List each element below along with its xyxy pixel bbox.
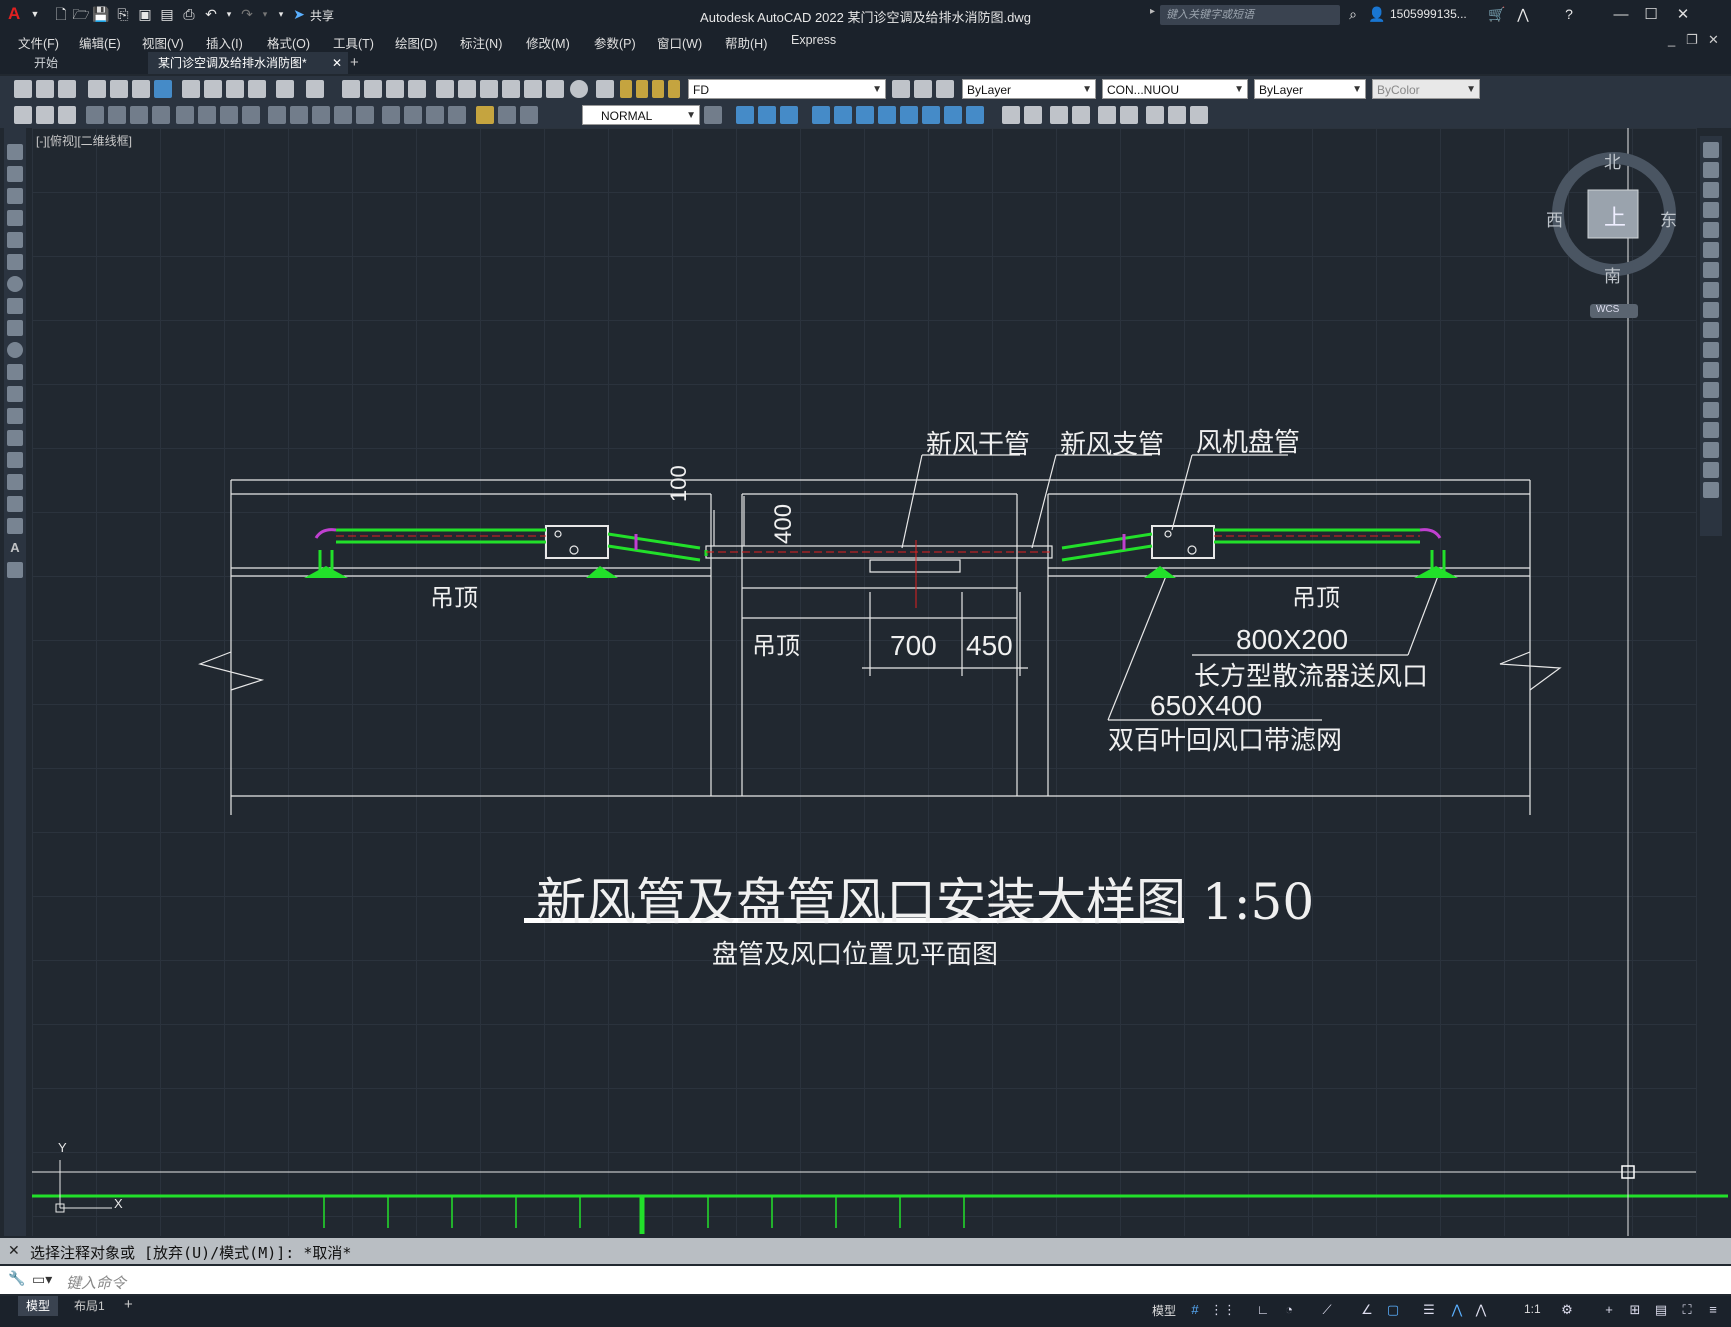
viewcube-top-label[interactable]: 上 <box>1604 200 1626 232</box>
command-line[interactable]: 🔧 ▭▾ 键入命令 <box>0 1266 1731 1294</box>
dimension-450: 450 <box>966 630 1013 661</box>
tab-model[interactable]: 模型 <box>18 1296 59 1316</box>
compass-north[interactable]: 北 <box>1604 148 1621 173</box>
compass-south[interactable]: 南 <box>1604 262 1621 287</box>
lineweight-icon[interactable]: ☰ <box>1420 1301 1438 1319</box>
command-input[interactable]: 键入命令 <box>66 1272 126 1293</box>
dimension-100: 100 <box>666 465 691 502</box>
grille-size: 650X400 <box>1150 690 1263 721</box>
workspace-gear-icon[interactable]: ⚙ <box>1558 1301 1576 1319</box>
drawing-canvas <box>32 128 1728 1236</box>
close-command-line-icon[interactable]: ✕ <box>8 1242 20 1259</box>
drawing-subtitle: 盘管及风口位置见平面图 <box>712 940 999 970</box>
autoscale-icon[interactable]: ⋀ <box>1472 1301 1490 1319</box>
branch-duct-right <box>1061 532 1153 562</box>
ortho-icon[interactable]: ∟ <box>1254 1301 1272 1319</box>
units-icon[interactable]: ⊞ <box>1626 1301 1644 1319</box>
model-space-button[interactable]: 模型 <box>1152 1302 1176 1319</box>
diffuser-name: 长方型散流器送风口 <box>1194 662 1429 692</box>
elbow-left <box>314 528 337 539</box>
compass-east[interactable]: 东 <box>1660 206 1677 231</box>
fan-coil-hole <box>1164 530 1172 538</box>
label-fan-coil: 风机盘管 <box>1196 428 1301 458</box>
fan-coil-hole <box>569 545 579 555</box>
status-bar: 模型 布局1 + 模型 # ⋮⋮ ∟ ◔ ⟋ ∠ ▢ ☰ ⋀ ⋀ 1:1 ⚙ +… <box>0 1296 1731 1327</box>
wcs-label[interactable]: WCS <box>1596 304 1619 315</box>
label-ceiling-left: 吊顶 <box>430 584 478 612</box>
label-ceiling-right: 吊顶 <box>1292 584 1340 612</box>
leader-main-duct <box>901 454 923 549</box>
annotation-visibility-icon[interactable]: ⋀ <box>1448 1301 1466 1319</box>
diffuser-size: 800X200 <box>1236 624 1349 655</box>
customization-icon[interactable]: ≡ <box>1704 1301 1722 1319</box>
fan-coil-hole <box>1187 545 1197 555</box>
tab-layout1[interactable]: 布局1 <box>66 1296 113 1316</box>
fan-coil-hole <box>554 530 562 538</box>
fan-coil-right <box>1151 525 1215 559</box>
dimension-700: 700 <box>890 630 937 661</box>
label-ceiling-center: 吊顶 <box>752 632 800 660</box>
annotation-monitor-icon[interactable]: + <box>1600 1301 1618 1319</box>
clean-screen-icon[interactable]: ⛶ <box>1678 1301 1696 1319</box>
branch-duct-left <box>607 532 701 562</box>
grid-icon[interactable]: # <box>1186 1301 1204 1319</box>
leader-diffuser <box>1407 575 1439 656</box>
dimension-400: 400 <box>770 503 797 544</box>
label-branch-duct: 新风支管 <box>1060 430 1165 460</box>
leader-branch-duct <box>1031 454 1057 549</box>
quick-properties-icon[interactable]: ▤ <box>1652 1301 1670 1319</box>
command-history-text: 选择注释对象或 [放弃(U)/模式(M)]: *取消* <box>30 1244 352 1262</box>
object-snap-icon[interactable]: ▢ <box>1384 1301 1402 1319</box>
ucs-y-label: Y <box>58 1140 67 1155</box>
recent-commands-icon[interactable]: ▭▾ <box>32 1271 52 1288</box>
leader-fan-coil <box>1171 454 1193 531</box>
duct-fitting <box>869 559 961 573</box>
command-history: ✕ 选择注释对象或 [放弃(U)/模式(M)]: *取消* <box>0 1238 1731 1264</box>
customize-wrench-icon[interactable]: 🔧 <box>8 1270 25 1287</box>
compass-west[interactable]: 西 <box>1546 206 1563 231</box>
osnap-tracking-icon[interactable]: ∠ <box>1358 1301 1376 1319</box>
snap-icon[interactable]: ⋮⋮ <box>1210 1301 1236 1319</box>
ucs-x-label: X <box>114 1196 123 1211</box>
elbow-right <box>1419 528 1442 539</box>
label-main-duct: 新风干管 <box>926 430 1031 460</box>
isodraft-icon[interactable]: ⟋ <box>1318 1301 1336 1319</box>
annotation-scale[interactable]: 1:1 <box>1524 1302 1541 1316</box>
grille-name: 双百叶回风口带滤网 <box>1108 726 1343 756</box>
add-layout-icon[interactable]: + <box>124 1296 133 1313</box>
polar-icon[interactable]: ◔ <box>1280 1301 1298 1319</box>
drawing-title: 新风管及盘管风口安装大样图 1:50 <box>536 873 1315 931</box>
